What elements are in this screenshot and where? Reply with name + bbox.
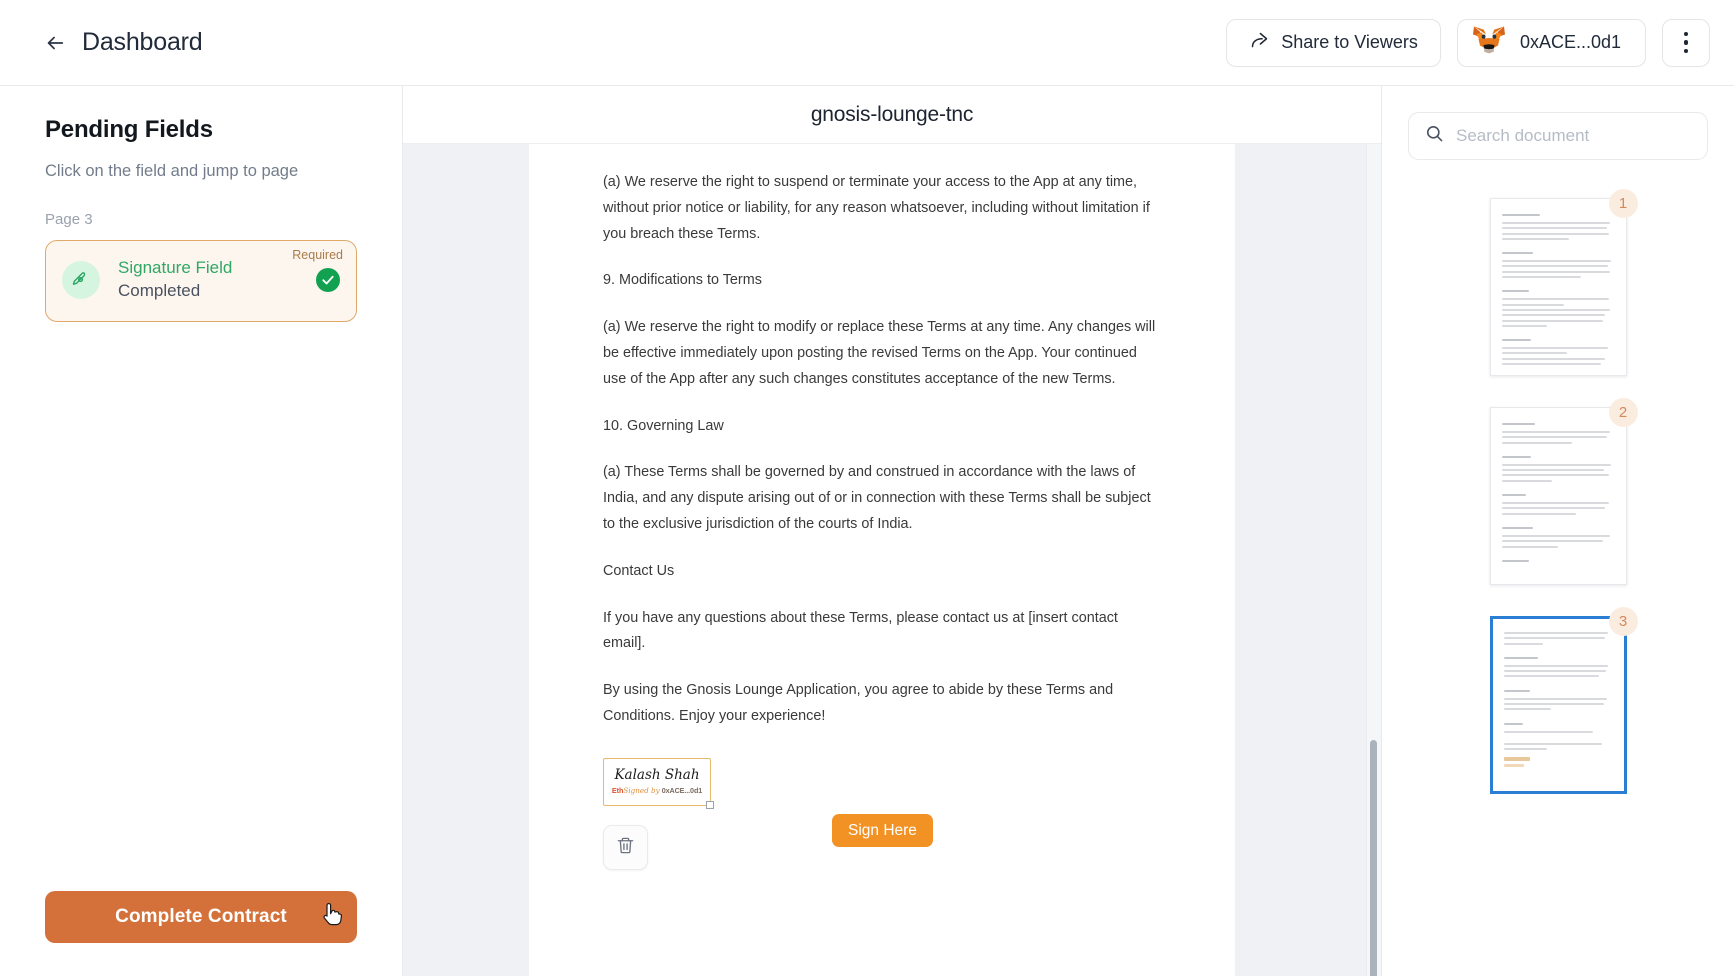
signature-signed-by: Signed by	[623, 786, 660, 796]
document-scrollbar-thumb[interactable]	[1370, 740, 1377, 976]
page-thumbnail-3[interactable]: 3	[1489, 607, 1638, 794]
share-button-label: Share to Viewers	[1281, 32, 1418, 52]
field-name: Signature Field	[118, 258, 233, 277]
document-heading: Contact Us	[603, 562, 675, 579]
page-thumbnail-preview	[1489, 198, 1627, 376]
document-paragraph: If you have any questions about these Te…	[603, 609, 1118, 652]
kebab-dot	[1683, 31, 1689, 37]
document-paragraph: (a) We reserve the right to suspend or t…	[603, 174, 1150, 242]
document-page-body: (a) We reserve the right to suspend or t…	[529, 144, 1235, 870]
trash-icon	[616, 836, 635, 858]
document-heading: 9. Modifications to Terms	[603, 272, 762, 289]
pending-fields-panel: Pending Fields Click on the field and ju…	[0, 86, 403, 976]
field-texts: Signature Field Completed	[118, 257, 302, 303]
page-number-badge: 1	[1608, 189, 1638, 218]
page-title: Dashboard	[82, 28, 203, 56]
delete-signature-button[interactable]	[603, 824, 648, 870]
page-thumbnail-1[interactable]: 1	[1489, 189, 1638, 376]
metamask-fox-icon	[1472, 25, 1506, 60]
page-thumbnail-preview	[1489, 407, 1627, 585]
wallet-address: 0xACE...0d1	[1519, 32, 1621, 52]
signature-attribution: EthSigned by 0xACE...0d1	[612, 787, 702, 794]
share-to-viewers-button[interactable]: Share to Viewers	[1226, 18, 1441, 67]
field-status: Completed	[118, 280, 201, 300]
arrow-left-icon	[44, 32, 66, 54]
wallet-chip[interactable]: 0xACE...0d1	[1456, 18, 1646, 67]
signature-address: 0xACE...0d1	[661, 786, 703, 796]
pending-fields-subtitle: Click on the field and jump to page	[45, 162, 299, 180]
kebab-menu-icon[interactable]	[1662, 18, 1710, 67]
signature-field-card[interactable]: Required Signature Field Completed	[45, 240, 357, 322]
topbar-actions: Share to Viewers 0xACE...0d1	[1226, 18, 1710, 67]
search-document-box[interactable]	[1408, 112, 1708, 160]
page-number-badge: 3	[1608, 607, 1638, 636]
signature-eth-prefix: Eth	[611, 786, 624, 796]
main-body: Pending Fields Click on the field and ju…	[0, 86, 1734, 976]
signature-resize-handle[interactable]	[706, 800, 714, 809]
page-number-badge: 2	[1608, 398, 1638, 427]
thumbnails-panel: 1	[1381, 86, 1734, 976]
document-paragraph: By using the Gnosis Lounge Application, …	[603, 682, 1114, 724]
pending-fields-title: Pending Fields	[45, 116, 213, 143]
page-thumbnail-preview	[1489, 616, 1627, 794]
document-header: gnosis-lounge-tnc	[403, 86, 1381, 144]
page-thumbnail-list: 1 2 3	[1408, 189, 1708, 794]
document-heading: 10. Governing Law	[603, 417, 724, 434]
document-paragraph: (a) We reserve the right to modify or re…	[603, 319, 1156, 387]
sign-here-label: Sign Here	[848, 821, 917, 839]
top-bar: Dashboard Share to Viewers 0xACE...0d1	[0, 0, 1734, 86]
left-panel-footer: Complete Contract	[45, 891, 357, 976]
share-icon	[1249, 30, 1270, 56]
page-thumbnail-2[interactable]: 2	[1489, 398, 1638, 585]
kebab-dot	[1683, 48, 1689, 54]
kebab-dot	[1683, 40, 1689, 45]
page-group-label: Page 3	[45, 211, 93, 228]
document-viewer-panel: gnosis-lounge-tnc (a) We reserve the rig…	[403, 86, 1381, 976]
signature-name: Kalash Shah	[614, 766, 700, 783]
complete-contract-button[interactable]: Complete Contract	[45, 891, 357, 943]
document-paragraph: (a) These Terms shall be governed by and…	[603, 464, 1151, 532]
check-circle-icon	[316, 267, 340, 292]
document-viewport[interactable]: (a) We reserve the right to suspend or t…	[403, 144, 1381, 976]
field-required-badge: Required	[292, 248, 343, 262]
document-title: gnosis-lounge-tnc	[810, 102, 974, 126]
document-scrollbar-track[interactable]	[1366, 144, 1381, 976]
document-page: (a) We reserve the right to suspend or t…	[529, 144, 1235, 976]
search-icon	[1425, 124, 1444, 148]
back-to-dashboard-button[interactable]: Dashboard	[44, 28, 203, 57]
sign-here-tag[interactable]: Sign Here	[832, 814, 933, 847]
app-root: Dashboard Share to Viewers 0xACE...0d1 P…	[0, 0, 1734, 976]
signature-pen-icon	[62, 260, 100, 299]
search-input[interactable]	[1456, 126, 1691, 146]
signature-field-placed[interactable]: Kalash Shah EthSigned by 0xACE...0d1	[603, 757, 714, 809]
